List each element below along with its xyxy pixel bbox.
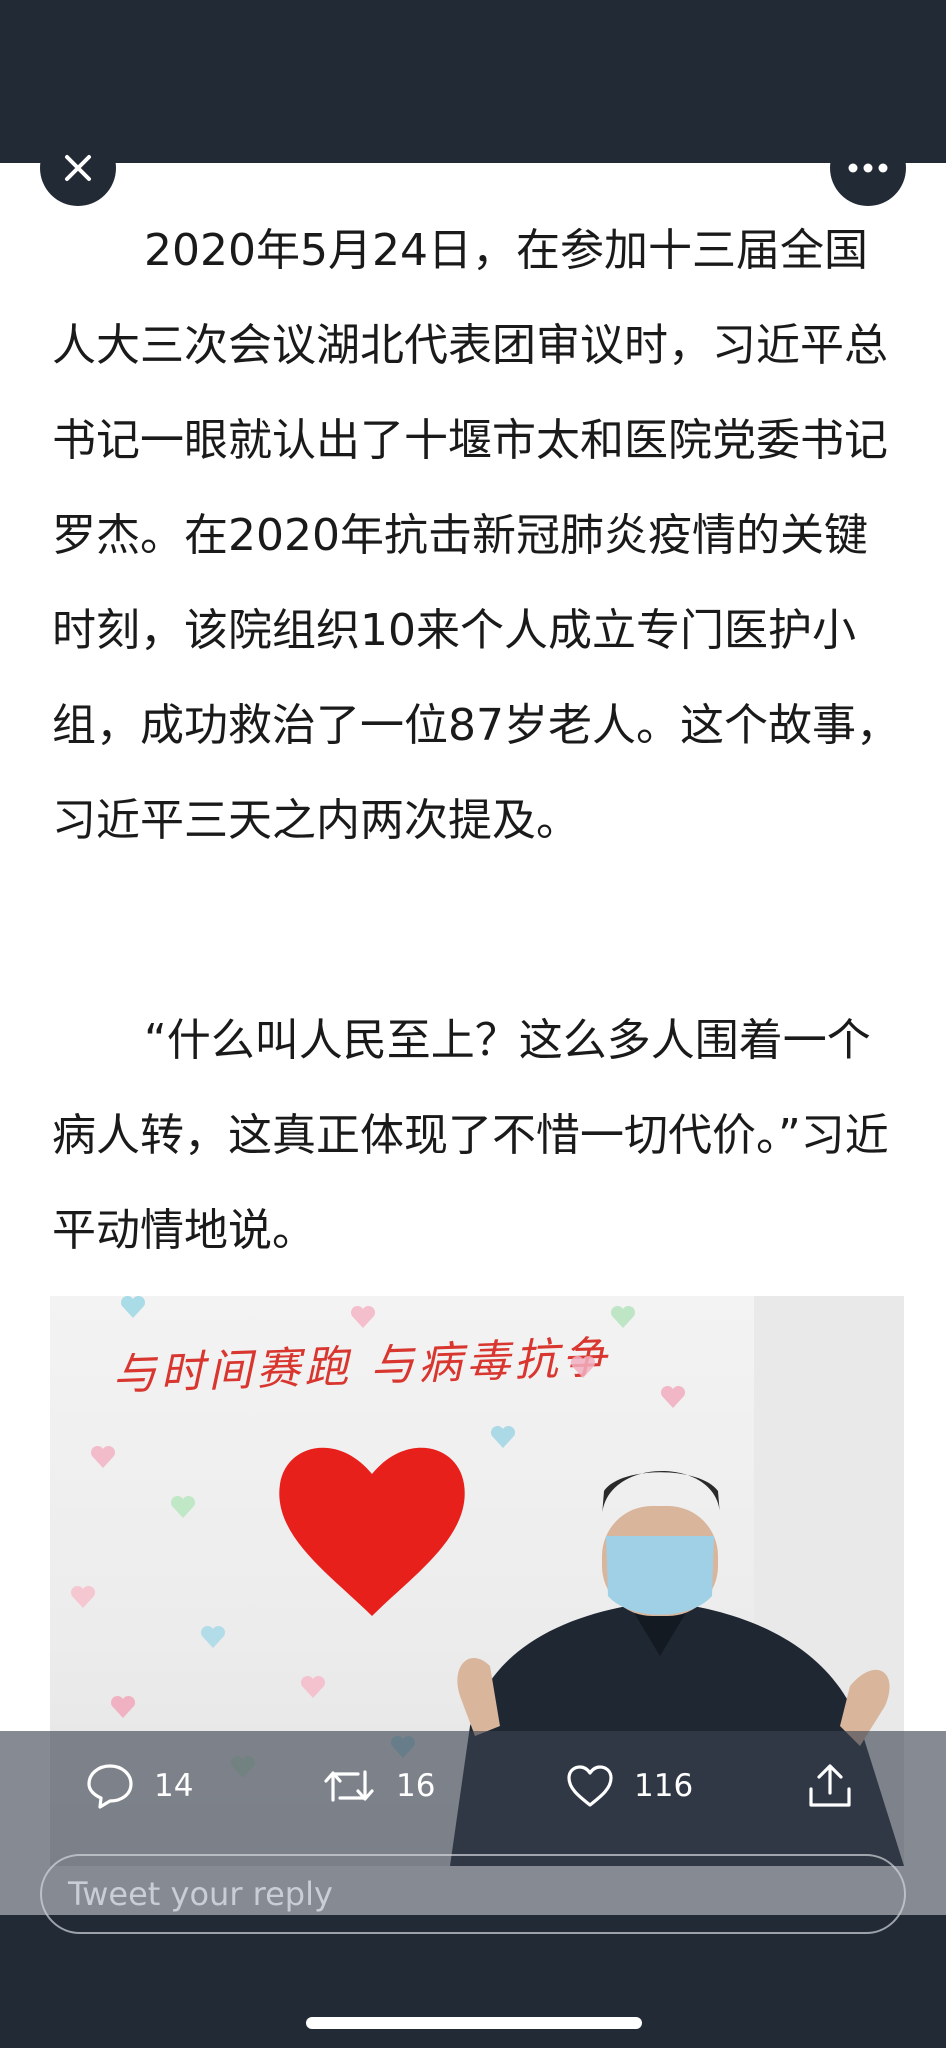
close-icon: [65, 155, 91, 181]
retweet-count: 16: [396, 1768, 436, 1804]
retweet-icon: [324, 1770, 374, 1802]
close-button[interactable]: [40, 130, 116, 206]
photo-slogan: 与时间赛跑 与病毒抗争: [111, 1332, 611, 1401]
paper-heart: [200, 1626, 226, 1648]
paper-heart: [70, 1586, 96, 1608]
paper-heart: [610, 1306, 636, 1328]
tweet-paragraph-2: “什么叫人民至上？这么多人围着一个病人转，这真正体现了不惜一切代价。”习近平动情…: [52, 993, 904, 1278]
paper-heart: [170, 1496, 196, 1518]
reply-count: 14: [154, 1768, 194, 1804]
tweet-detail: 2020年5月24日，在参加十三届全国人大三次会议湖北代表团审议时，习近平总书记…: [0, 163, 946, 1915]
heart-icon: [567, 1765, 613, 1807]
paragraph-1-text: 2020年5月24日，在参加十三届全国人大三次会议湖北代表团审议时，习近平总书记…: [52, 225, 900, 846]
retweet-button[interactable]: 16: [322, 1755, 435, 1817]
like-button[interactable]: 116: [566, 1755, 693, 1817]
home-indicator[interactable]: [306, 2017, 642, 2029]
reply-input[interactable]: Tweet your reply: [40, 1854, 906, 1934]
more-icon: [848, 163, 888, 173]
like-count: 116: [634, 1768, 694, 1804]
comment-icon: [87, 1764, 133, 1809]
tweet-paragraph-1: 2020年5月24日，在参加十三届全国人大三次会议湖北代表团审议时，习近平总书记…: [52, 203, 904, 868]
paper-heart: [110, 1696, 136, 1718]
paper-heart: [120, 1296, 146, 1318]
share-icon: [809, 1764, 851, 1807]
paper-heart: [300, 1676, 326, 1698]
more-button[interactable]: [830, 130, 906, 206]
top-bar: [0, 0, 946, 163]
share-button[interactable]: [806, 1755, 854, 1817]
paper-heart: [90, 1446, 116, 1468]
reply-placeholder: Tweet your reply: [68, 1875, 333, 1913]
paper-heart: [570, 1356, 596, 1378]
reply-button[interactable]: 14: [86, 1755, 193, 1817]
paper-heart: [350, 1306, 376, 1328]
paragraph-2-text: “什么叫人民至上？这么多人围着一个病人转，这真正体现了不惜一切代价。”习近平动情…: [52, 1015, 889, 1256]
